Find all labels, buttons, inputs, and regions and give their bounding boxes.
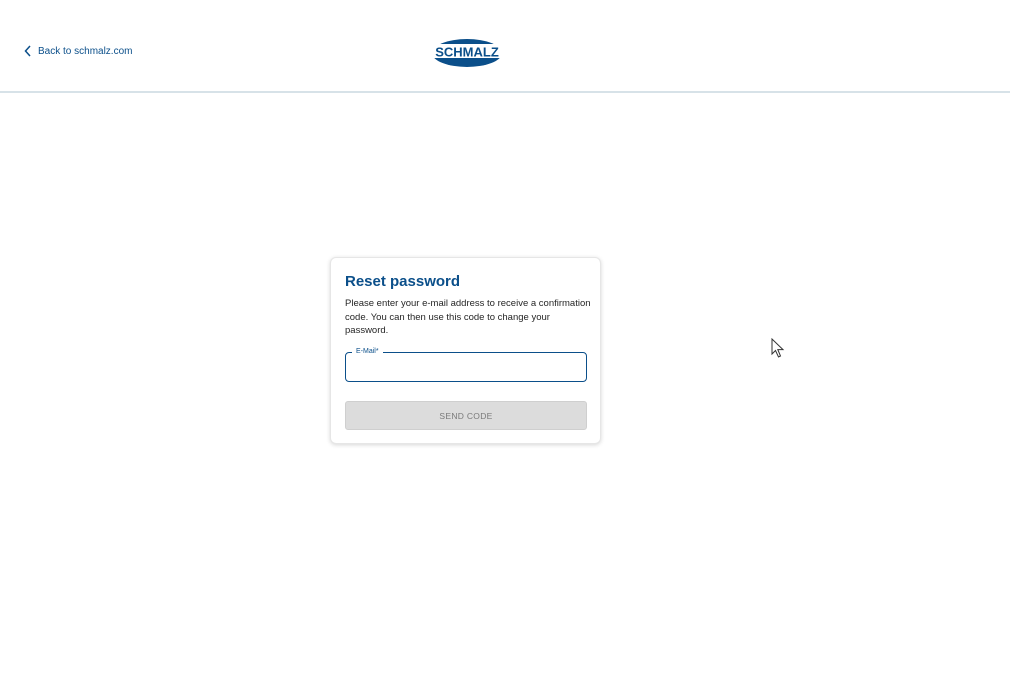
email-field[interactable]: E-Mail* [345,347,587,382]
reset-description: Please enter your e-mail address to rece… [345,298,591,337]
mouse-pointer-icon [771,337,785,358]
email-field-label: E-Mail* [352,347,383,356]
chevron-left-icon [24,45,32,57]
reset-password-card: Reset password Please enter your e-mail … [330,257,601,444]
svg-text:SCHMALZ: SCHMALZ [435,45,499,60]
schmalz-logo: SCHMALZ [431,38,503,68]
page-title: Reset password [345,273,461,290]
page-header: Back to schmalz.com SCHMALZ [0,0,1010,93]
back-link-label: Back to schmalz.com [38,45,133,57]
email-input[interactable] [354,359,578,377]
send-code-button[interactable]: SEND CODE [345,401,587,430]
back-to-site-link[interactable]: Back to schmalz.com [24,45,132,57]
